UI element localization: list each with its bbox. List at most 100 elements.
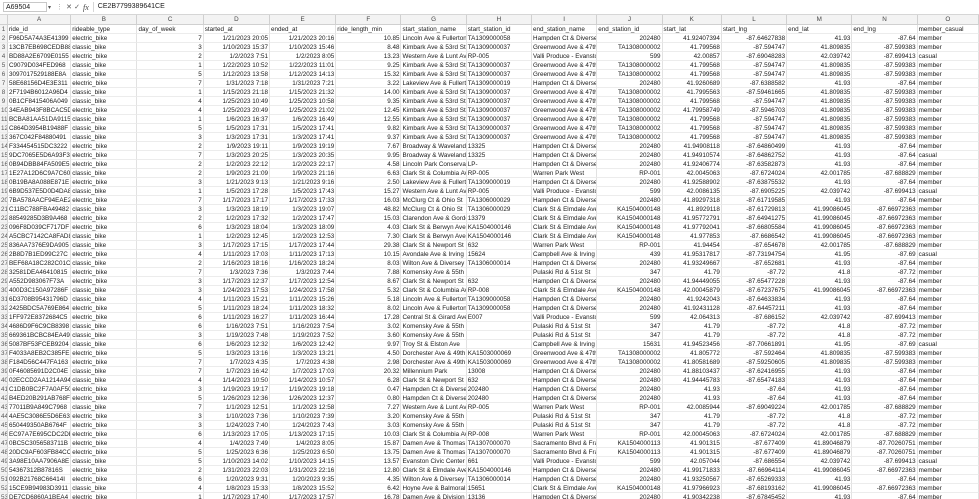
data-cell[interactable]: -87.66972363 xyxy=(852,466,918,475)
data-cell[interactable]: -87.699413 xyxy=(852,187,918,196)
data-cell[interactable]: 202480 xyxy=(597,394,663,403)
data-cell[interactable]: -87.70260751 xyxy=(852,448,918,457)
data-cell[interactable]: -87.654678 xyxy=(721,241,788,250)
data-cell[interactable]: Broadway & Waveland xyxy=(401,142,467,151)
data-cell[interactable]: Greenwood Ave & 47th xyxy=(532,88,598,97)
data-cell[interactable]: 41.93 xyxy=(787,367,853,376)
data-cell[interactable]: 41.93 xyxy=(787,196,853,205)
data-cell[interactable]: 1FF972E8372684C5 xyxy=(7,313,72,322)
data-cell[interactable]: -87.599383 xyxy=(852,97,918,106)
data-cell[interactable]: -87.688829 xyxy=(852,430,918,439)
row-number[interactable]: 32 xyxy=(0,304,8,313)
data-cell[interactable]: Clark St & Berwyn Ave xyxy=(401,223,467,232)
data-cell[interactable]: 41.95317817 xyxy=(662,250,722,259)
data-cell[interactable]: 41.805772 xyxy=(662,349,722,358)
data-cell[interactable]: member xyxy=(917,295,979,304)
data-cell[interactable]: -87.62416955 xyxy=(721,367,788,376)
data-cell[interactable]: 41.93 xyxy=(787,376,853,385)
row-number[interactable]: 10 xyxy=(0,106,8,115)
data-cell[interactable]: -87.72 xyxy=(852,322,918,331)
data-cell[interactable]: 4 xyxy=(137,439,204,448)
data-cell[interactable]: KA1504000146 xyxy=(466,232,533,241)
data-cell[interactable]: 42.064313 xyxy=(662,313,722,322)
data-cell[interactable]: -87.594747 xyxy=(721,61,788,70)
data-cell[interactable]: member xyxy=(917,394,979,403)
column-header-h[interactable]: H xyxy=(467,15,533,24)
data-cell[interactable]: 1/4/2023 8:05 xyxy=(269,439,337,448)
data-cell[interactable]: 5 xyxy=(137,394,204,403)
data-cell[interactable]: 7BA578AACF94EAE2 xyxy=(7,196,72,205)
data-cell[interactable]: 1/11/2023 15:26 xyxy=(269,295,337,304)
data-cell[interactable]: Lincoln Ave & Fullerton xyxy=(401,295,467,304)
data-cell[interactable]: 1/25/2023 21:02 xyxy=(269,106,337,115)
data-cell[interactable]: 7 xyxy=(137,403,204,412)
data-cell[interactable]: 29.38 xyxy=(336,241,402,250)
data-cell[interactable]: -87.64862752 xyxy=(721,151,788,160)
data-cell[interactable]: member xyxy=(917,79,979,88)
data-cell[interactable]: 7.30 xyxy=(336,232,402,241)
data-cell[interactable]: 1/7/2023 17:03 xyxy=(269,367,337,376)
data-cell[interactable]: 1/21/2023 20:05 xyxy=(203,34,270,43)
data-cell[interactable]: Kimbark Ave & 53rd St xyxy=(401,70,467,79)
data-cell[interactable]: Clarendon Ave & Gordon xyxy=(401,214,467,223)
data-cell[interactable]: 0BC5C3056583711B xyxy=(7,439,72,448)
data-cell[interactable]: 16.03 xyxy=(336,196,402,205)
data-cell[interactable]: TA1308000002 xyxy=(597,349,663,358)
data-cell[interactable]: -87.72 xyxy=(852,331,918,340)
data-cell[interactable]: -87.64 xyxy=(852,493,918,499)
data-cell[interactable]: -87.599383 xyxy=(852,115,918,124)
data-cell[interactable]: Damen Ave & Thomas St xyxy=(401,439,467,448)
row-number[interactable]: 2 xyxy=(0,34,8,43)
data-cell[interactable]: 5.32 xyxy=(336,286,402,295)
data-cell[interactable]: 41.93 xyxy=(787,304,853,313)
data-cell[interactable]: 9.82 xyxy=(336,124,402,133)
data-cell[interactable]: classic_bike xyxy=(71,241,138,250)
data-cell[interactable]: Komensky Ave & 55th St xyxy=(401,268,467,277)
data-cell[interactable]: member xyxy=(917,97,979,106)
data-cell[interactable]: 1/10/2023 7:39 xyxy=(269,412,337,421)
data-cell[interactable]: 1/19/2023 19:17 xyxy=(203,385,270,394)
data-cell[interactable]: member xyxy=(917,448,979,457)
data-cell[interactable]: 1/11/2023 15:21 xyxy=(203,295,270,304)
data-cell[interactable]: 3 xyxy=(137,205,204,214)
data-cell[interactable]: 41.809835 xyxy=(787,358,853,367)
data-cell[interactable]: 41.809835 xyxy=(787,106,853,115)
data-cell[interactable]: -87.66972363 xyxy=(852,286,918,295)
data-cell[interactable]: 1/17/2023 17:17 xyxy=(203,196,270,205)
data-cell[interactable]: 202480 xyxy=(597,178,663,187)
data-cell[interactable]: 1/9/2023 21:16 xyxy=(269,169,337,178)
data-cell[interactable]: Sacramento Blvd & Franklin xyxy=(532,448,598,457)
data-cell[interactable]: electric_bike xyxy=(71,142,138,151)
row-number[interactable]: 44 xyxy=(0,412,8,421)
data-cell[interactable]: electric_bike xyxy=(71,178,138,187)
data-cell[interactable]: 202480 xyxy=(597,367,663,376)
data-cell[interactable]: Western Ave & Lunt Ave xyxy=(401,52,467,61)
data-cell[interactable]: Hampden Ct & Diversey xyxy=(532,34,598,43)
data-cell[interactable]: 1/3/2023 7:36 xyxy=(203,268,270,277)
data-cell[interactable]: RP-001 xyxy=(597,241,663,250)
data-cell[interactable]: 1 xyxy=(137,88,204,97)
data-cell[interactable]: electric_bike xyxy=(71,448,138,457)
data-cell[interactable]: 3 xyxy=(137,133,204,142)
data-cell[interactable]: member xyxy=(917,169,979,178)
data-cell[interactable]: 6 xyxy=(137,430,204,439)
data-cell[interactable]: Greenwood Ave & 47th xyxy=(532,61,598,70)
data-cell[interactable]: Kimbark Ave & 53rd St xyxy=(401,88,467,97)
data-cell[interactable]: 41.99086045 xyxy=(787,232,853,241)
data-cell[interactable]: electric_bike xyxy=(71,349,138,358)
data-cell[interactable]: -87.65474183 xyxy=(721,376,788,385)
data-cell[interactable]: 9.35 xyxy=(336,97,402,106)
column-title-cell[interactable]: start_lng xyxy=(721,25,788,34)
data-cell[interactable]: 41.809835 xyxy=(787,88,853,97)
data-cell[interactable]: -87.64860499 xyxy=(721,142,788,151)
data-cell[interactable]: -87.64 xyxy=(721,394,788,403)
data-cell[interactable]: Kimbark Ave & 53rd St xyxy=(401,43,467,52)
column-header-j[interactable]: J xyxy=(597,15,663,24)
data-cell[interactable]: 202480 xyxy=(466,385,533,394)
data-cell[interactable]: electric_bike xyxy=(71,268,138,277)
data-cell[interactable]: TA1309000037 xyxy=(466,106,533,115)
data-cell[interactable]: TA1309000037 xyxy=(466,88,533,97)
data-cell[interactable]: -87.64 xyxy=(852,196,918,205)
data-cell[interactable]: 1/11/2023 16:44 xyxy=(269,313,337,322)
data-cell[interactable]: 13.23 xyxy=(336,52,402,61)
